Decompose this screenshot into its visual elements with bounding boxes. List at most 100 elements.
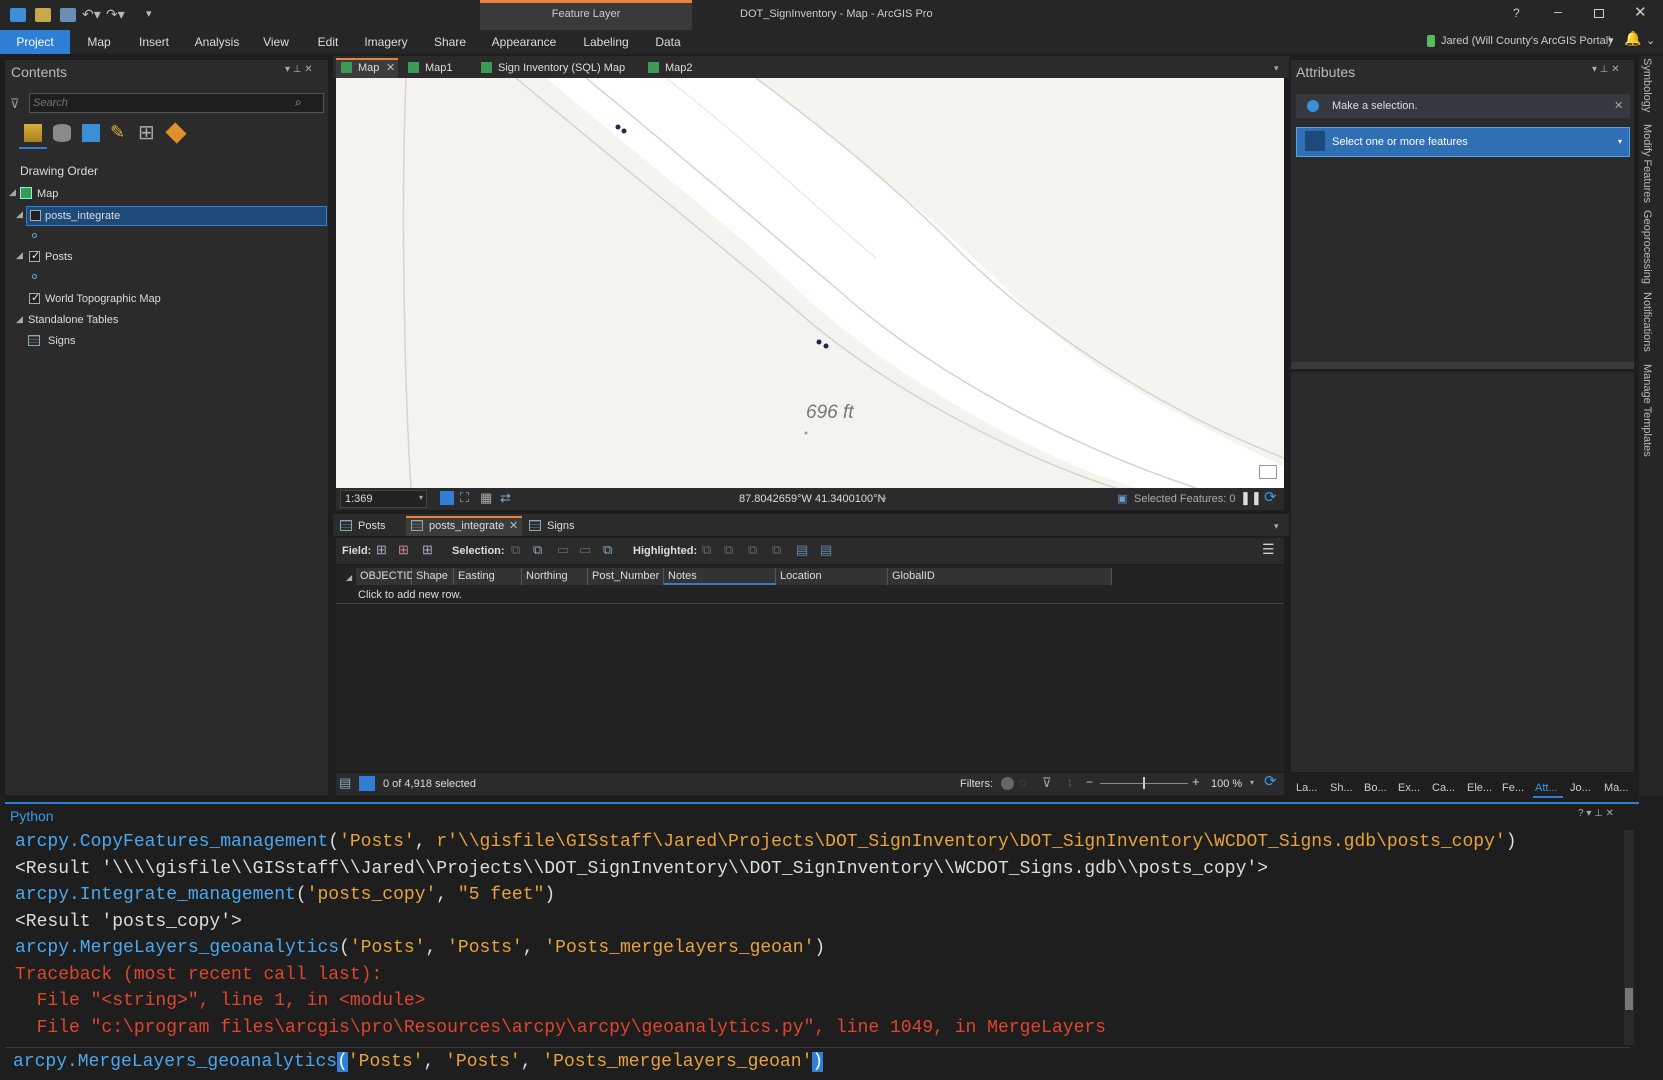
delete-selection-icon[interactable]: ⧉ — [603, 542, 612, 558]
bottom-tab-catalog[interactable]: Ca... — [1432, 782, 1455, 794]
pane-splitter[interactable] — [1291, 362, 1634, 369]
side-tab-notifications[interactable]: Notifications — [1641, 292, 1653, 352]
map-tab-map2[interactable]: Map2 — [665, 58, 693, 78]
tree-map[interactable]: Map — [37, 188, 58, 200]
python-scrollbar-thumb[interactable] — [1625, 988, 1633, 1010]
list-by-selection-icon[interactable] — [82, 124, 100, 142]
pane-options-icon[interactable]: ▾ ⊥ ✕ — [285, 64, 313, 75]
map-tab-map1[interactable]: Map1 — [425, 58, 453, 78]
bottom-tab-layout[interactable]: La... — [1296, 782, 1317, 794]
list-by-drawing-order-icon[interactable] — [24, 124, 42, 142]
pane-options-icon[interactable]: ? ▾ ⊥ ✕ — [1578, 808, 1614, 819]
tab-edit[interactable]: Edit — [310, 30, 346, 54]
close-window-button[interactable]: ✕ — [1634, 3, 1647, 21]
point-symbol-icon[interactable] — [32, 274, 37, 279]
switch-selection-icon[interactable]: ▭ — [557, 542, 569, 558]
filter-extent-icon[interactable] — [1001, 777, 1014, 790]
column-header-location[interactable]: Location — [776, 568, 888, 585]
expand-layer-icon[interactable]: ◢ — [16, 250, 23, 261]
column-header-northing[interactable]: Northing — [522, 568, 588, 585]
clear-selection-icon[interactable]: ▭ — [579, 542, 591, 558]
pause-drawing-icon[interactable]: ❚❚ — [1240, 490, 1262, 506]
chevron-down-icon[interactable]: ⌄ — [1646, 34, 1655, 47]
tab-map[interactable]: Map — [78, 30, 120, 54]
tab-labeling[interactable]: Labeling — [578, 30, 634, 54]
search-icon[interactable]: ⌕ — [295, 95, 302, 110]
highlight-icon[interactable]: ▤ — [820, 542, 832, 558]
bottom-tab-bookmarks[interactable]: Bo... — [1364, 782, 1387, 794]
column-header-shape[interactable]: Shape — [412, 568, 454, 585]
column-header-easting[interactable]: Easting — [454, 568, 522, 585]
column-header-objectid[interactable]: OBJECTID — [356, 568, 414, 585]
table-menu-icon[interactable]: ☰ — [1262, 541, 1275, 558]
expand-map-icon[interactable]: ◢ — [9, 187, 16, 198]
python-scrollbar[interactable] — [1624, 830, 1634, 1045]
tab-data[interactable]: Data — [648, 30, 688, 54]
list-by-source-icon[interactable] — [53, 124, 71, 142]
table-tab-posts[interactable]: Posts — [358, 516, 386, 536]
tab-analysis[interactable]: Analysis — [190, 30, 244, 54]
undo-icon[interactable]: ↶▾ — [82, 6, 101, 23]
side-tab-modify-features[interactable]: Modify Features — [1641, 124, 1653, 203]
table-tab-signs[interactable]: Signs — [547, 516, 575, 536]
layer-visibility-checkbox[interactable]: ✓ — [29, 250, 40, 262]
tab-project[interactable]: Project — [0, 30, 70, 54]
open-icon[interactable] — [35, 8, 51, 22]
minimize-button[interactable]: – — [1554, 3, 1562, 19]
navigator-icon[interactable]: ⛶ — [460, 490, 469, 506]
bottom-tab-export[interactable]: Ex... — [1398, 782, 1420, 794]
point-symbol-icon[interactable] — [32, 233, 37, 238]
overview-toggle-icon[interactable] — [1259, 465, 1277, 479]
highlight-icon[interactable]: ⧉ — [724, 542, 733, 558]
bottom-tab-join[interactable]: Jo... — [1570, 782, 1591, 794]
customize-qat-icon[interactable]: ▾ — [146, 7, 152, 20]
tree-table-signs[interactable]: Signs — [48, 335, 76, 347]
side-tab-geoprocessing[interactable]: Geoprocessing — [1641, 210, 1653, 284]
redo-icon[interactable]: ↷▾ — [106, 6, 125, 23]
user-account[interactable]: Jared (Will County's ArcGIS Portal) — [1441, 35, 1612, 47]
table-tab-posts-integrate[interactable]: posts_integrate — [429, 516, 504, 536]
map-tab-sign-inventory[interactable]: Sign Inventory (SQL) Map — [498, 58, 625, 78]
list-by-snapping-icon[interactable]: ⊞ — [138, 120, 155, 145]
list-by-editing-icon[interactable]: ✎ — [110, 122, 125, 143]
restore-button[interactable] — [1594, 9, 1604, 18]
contents-search-input[interactable] — [33, 95, 283, 111]
tab-view[interactable]: View — [256, 30, 296, 54]
close-tab-icon[interactable]: ✕ — [509, 516, 518, 536]
dropdown-arrow-icon[interactable]: ▾ — [1618, 137, 1622, 146]
field-view-icon[interactable]: ⊞ — [422, 542, 433, 558]
side-tab-manage-templates[interactable]: Manage Templates — [1641, 364, 1653, 457]
dismiss-message-icon[interactable]: ✕ — [1614, 99, 1623, 112]
select-all-corner[interactable]: ◢ — [346, 573, 352, 582]
column-header-globalid[interactable]: GlobalID — [888, 568, 1112, 585]
close-tab-icon[interactable]: ✕ — [386, 58, 395, 78]
zoom-out-button[interactable]: − — [1086, 775, 1093, 789]
table-zoom-level[interactable]: 100 % — [1211, 778, 1242, 790]
zoom-slider-thumb[interactable] — [1143, 777, 1145, 789]
tree-standalone-tables[interactable]: Standalone Tables — [28, 314, 118, 326]
fixed-zoom-icon[interactable] — [440, 491, 454, 505]
expand-tables-icon[interactable]: ◢ — [16, 314, 23, 325]
python-transcript[interactable]: arcpy.CopyFeatures_management('Posts', r… — [13, 830, 1620, 1045]
filter-time-icon[interactable]: ◌ — [1019, 775, 1027, 790]
filter-query-icon[interactable]: ⊽ — [1042, 775, 1052, 791]
calculate-field-icon[interactable]: ⊞ — [398, 542, 409, 558]
tree-layer-posts[interactable]: Posts — [45, 251, 73, 263]
select-by-attributes-icon[interactable]: ⧉ — [511, 542, 520, 558]
add-field-icon[interactable]: ⊞ — [376, 542, 387, 558]
column-header-notes[interactable]: Notes — [664, 568, 776, 585]
tab-list-dropdown-icon[interactable]: ▾ — [1274, 516, 1279, 536]
highlight-icon[interactable]: ⧉ — [772, 542, 781, 558]
layer-visibility-checkbox[interactable] — [30, 210, 41, 221]
expand-layer-icon[interactable]: ◢ — [16, 209, 23, 220]
tree-layer-posts-integrate[interactable]: posts_integrate — [45, 210, 120, 222]
tab-appearance[interactable]: Appearance — [488, 30, 560, 54]
tree-layer-world-topographic-map[interactable]: World Topographic Map — [45, 293, 161, 305]
pane-options-icon[interactable]: ▾ ⊥ ✕ — [1592, 64, 1620, 75]
column-header-post-number[interactable]: Post_Number — [588, 568, 664, 585]
selected-features-count[interactable]: Selected Features: 0 — [1134, 493, 1236, 505]
help-button[interactable]: ? — [1513, 6, 1520, 20]
project-icon[interactable] — [10, 8, 26, 22]
bottom-tab-features[interactable]: Fe... — [1502, 782, 1524, 794]
filter-sort-icon[interactable]: ↕ — [1067, 775, 1073, 789]
